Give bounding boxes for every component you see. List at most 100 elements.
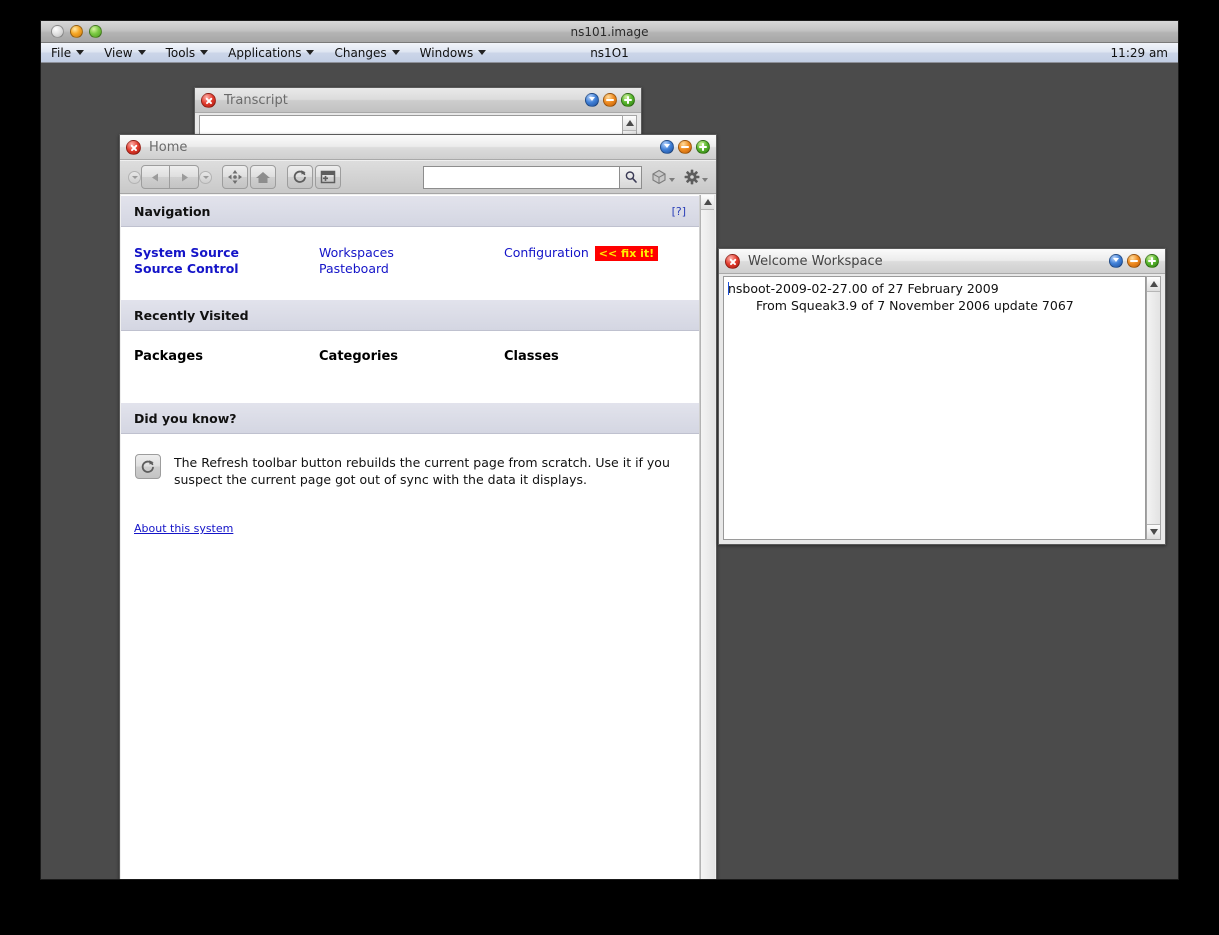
menu-tools[interactable]: Tools <box>156 43 219 63</box>
home-expand-icon[interactable] <box>696 140 710 154</box>
navigate-button[interactable] <box>222 165 248 189</box>
welcome-expand-icon[interactable] <box>1145 254 1159 268</box>
welcome-line-2: From Squeak3.9 of 7 November 2006 update… <box>756 298 1074 313</box>
link-configuration[interactable]: Configuration <box>504 245 589 261</box>
heading-classes: Classes <box>504 349 559 364</box>
refresh-icon <box>141 459 154 473</box>
back-arrow-icon <box>152 173 158 181</box>
host-menubar: File View Tools Applications Changes Win… <box>41 43 1178 63</box>
menu-view-label: View <box>104 45 133 60</box>
transcript-collapse-icon[interactable] <box>603 93 617 107</box>
new-window-button[interactable] <box>315 165 341 189</box>
home-button[interactable] <box>250 165 276 189</box>
home-collapse-icon[interactable] <box>678 140 692 154</box>
traffic-lights <box>51 25 102 38</box>
back-history-dropdown[interactable] <box>128 170 141 184</box>
transcript-close-icon[interactable] <box>201 92 216 108</box>
welcome-menu-icon[interactable] <box>1109 254 1123 268</box>
scroll-up-icon[interactable] <box>701 195 714 210</box>
welcome-line-1-text: nsboot-2009-02-27.00 of 27 February 2009 <box>728 281 999 296</box>
link-source-control[interactable]: Source Control <box>134 261 319 277</box>
home-icon <box>256 172 270 183</box>
polyhedron-icon <box>652 169 666 185</box>
scroll-down-icon[interactable] <box>1147 524 1160 539</box>
menu-file-label: File <box>51 45 72 60</box>
transcript-title: Transcript <box>224 92 288 108</box>
did-you-know-tip: The Refresh toolbar button rebuilds the … <box>174 455 670 487</box>
menu-file[interactable]: File <box>41 43 94 63</box>
transcript-expand-icon[interactable] <box>621 93 635 107</box>
four-way-navigate-icon <box>228 170 242 184</box>
desktop: Transcript Home Navigation [?] System So… <box>41 63 1178 879</box>
section-header-navigation: Navigation [?] <box>121 195 699 227</box>
home-window[interactable]: Home Navigation [?] System Source Source… <box>119 134 717 879</box>
link-pasteboard[interactable]: Pasteboard <box>319 261 504 277</box>
menu-tools-label: Tools <box>165 45 196 60</box>
welcome-scrollbar[interactable] <box>1146 276 1161 540</box>
menu-windows[interactable]: Windows <box>410 43 497 63</box>
host-window: ns101.image File View Tools Applications… <box>40 20 1179 880</box>
home-close-icon[interactable] <box>126 139 141 155</box>
navigation-help-link[interactable]: [?] <box>672 205 686 218</box>
welcome-titlebar[interactable]: Welcome Workspace <box>719 249 1165 274</box>
zoom-button[interactable] <box>89 25 102 38</box>
home-toolbar <box>120 161 716 194</box>
bookmarks-dropdown[interactable] <box>651 169 675 185</box>
search-area <box>423 165 708 189</box>
forward-button[interactable] <box>170 165 199 189</box>
new-window-icon <box>320 170 336 184</box>
home-scrollbar[interactable] <box>700 195 715 879</box>
menu-applications[interactable]: Applications <box>218 43 324 63</box>
chevron-down-icon <box>702 177 708 182</box>
minimize-button[interactable] <box>70 25 83 38</box>
chevron-down-icon <box>137 50 146 55</box>
menu-changes-label: Changes <box>334 45 387 60</box>
host-titlebar: ns101.image <box>41 21 1178 43</box>
welcome-collapse-icon[interactable] <box>1127 254 1141 268</box>
home-menu-icon[interactable] <box>660 140 674 154</box>
section-header-recently-visited: Recently Visited <box>121 299 699 331</box>
gear-icon <box>684 169 700 185</box>
heading-packages: Packages <box>134 349 203 364</box>
chevron-down-icon <box>478 50 487 55</box>
back-button[interactable] <box>141 165 170 189</box>
menu-view[interactable]: View <box>94 43 155 63</box>
fix-it-badge[interactable]: << fix it! <box>594 245 659 261</box>
refresh-button[interactable] <box>287 165 313 189</box>
heading-categories: Categories <box>319 349 399 364</box>
transcript-menu-icon[interactable] <box>585 93 599 107</box>
magnifier-icon <box>625 171 637 183</box>
section-title-recently-visited: Recently Visited <box>134 307 249 323</box>
menu-windows-label: Windows <box>419 45 474 60</box>
link-workspaces[interactable]: Workspaces <box>319 245 504 261</box>
scroll-up-icon[interactable] <box>1147 277 1160 292</box>
did-you-know-row: The Refresh toolbar button rebuilds the … <box>121 434 699 488</box>
close-button[interactable] <box>51 25 64 38</box>
chevron-down-icon <box>669 177 675 182</box>
welcome-text-area[interactable]: nsboot-2009-02-27.00 of 27 February 2009… <box>723 276 1146 540</box>
forward-history-dropdown[interactable] <box>199 170 212 184</box>
scroll-up-icon[interactable] <box>623 116 636 131</box>
transcript-titlebar[interactable]: Transcript <box>195 88 641 113</box>
home-content: Navigation [?] System Source Source Cont… <box>121 195 700 879</box>
section-body-navigation: System Source Source Control Workspaces … <box>121 227 699 299</box>
menu-changes[interactable]: Changes <box>324 43 409 63</box>
section-title-navigation: Navigation <box>134 203 211 219</box>
navigation-column-c: Configuration << fix it! <box>504 245 659 277</box>
about-this-system-link[interactable]: About this system <box>134 522 233 535</box>
chevron-down-icon <box>306 50 315 55</box>
search-input[interactable] <box>423 165 619 189</box>
navigation-column-a: System Source Source Control <box>134 245 319 277</box>
welcome-window-buttons <box>1109 254 1159 268</box>
home-titlebar[interactable]: Home <box>120 135 716 160</box>
welcome-close-icon[interactable] <box>725 253 740 269</box>
home-title: Home <box>149 139 188 155</box>
welcome-title: Welcome Workspace <box>748 253 883 269</box>
welcome-workspace-window[interactable]: Welcome Workspace nsboot-2009-02-27.00 o… <box>718 248 1166 545</box>
settings-dropdown[interactable] <box>684 169 708 185</box>
section-body-recently-visited: Packages Categories Classes <box>121 331 699 402</box>
tip-refresh-button[interactable] <box>135 454 161 479</box>
search-button[interactable] <box>619 165 642 189</box>
link-system-source[interactable]: System Source <box>134 245 319 261</box>
forward-arrow-icon <box>181 173 188 181</box>
